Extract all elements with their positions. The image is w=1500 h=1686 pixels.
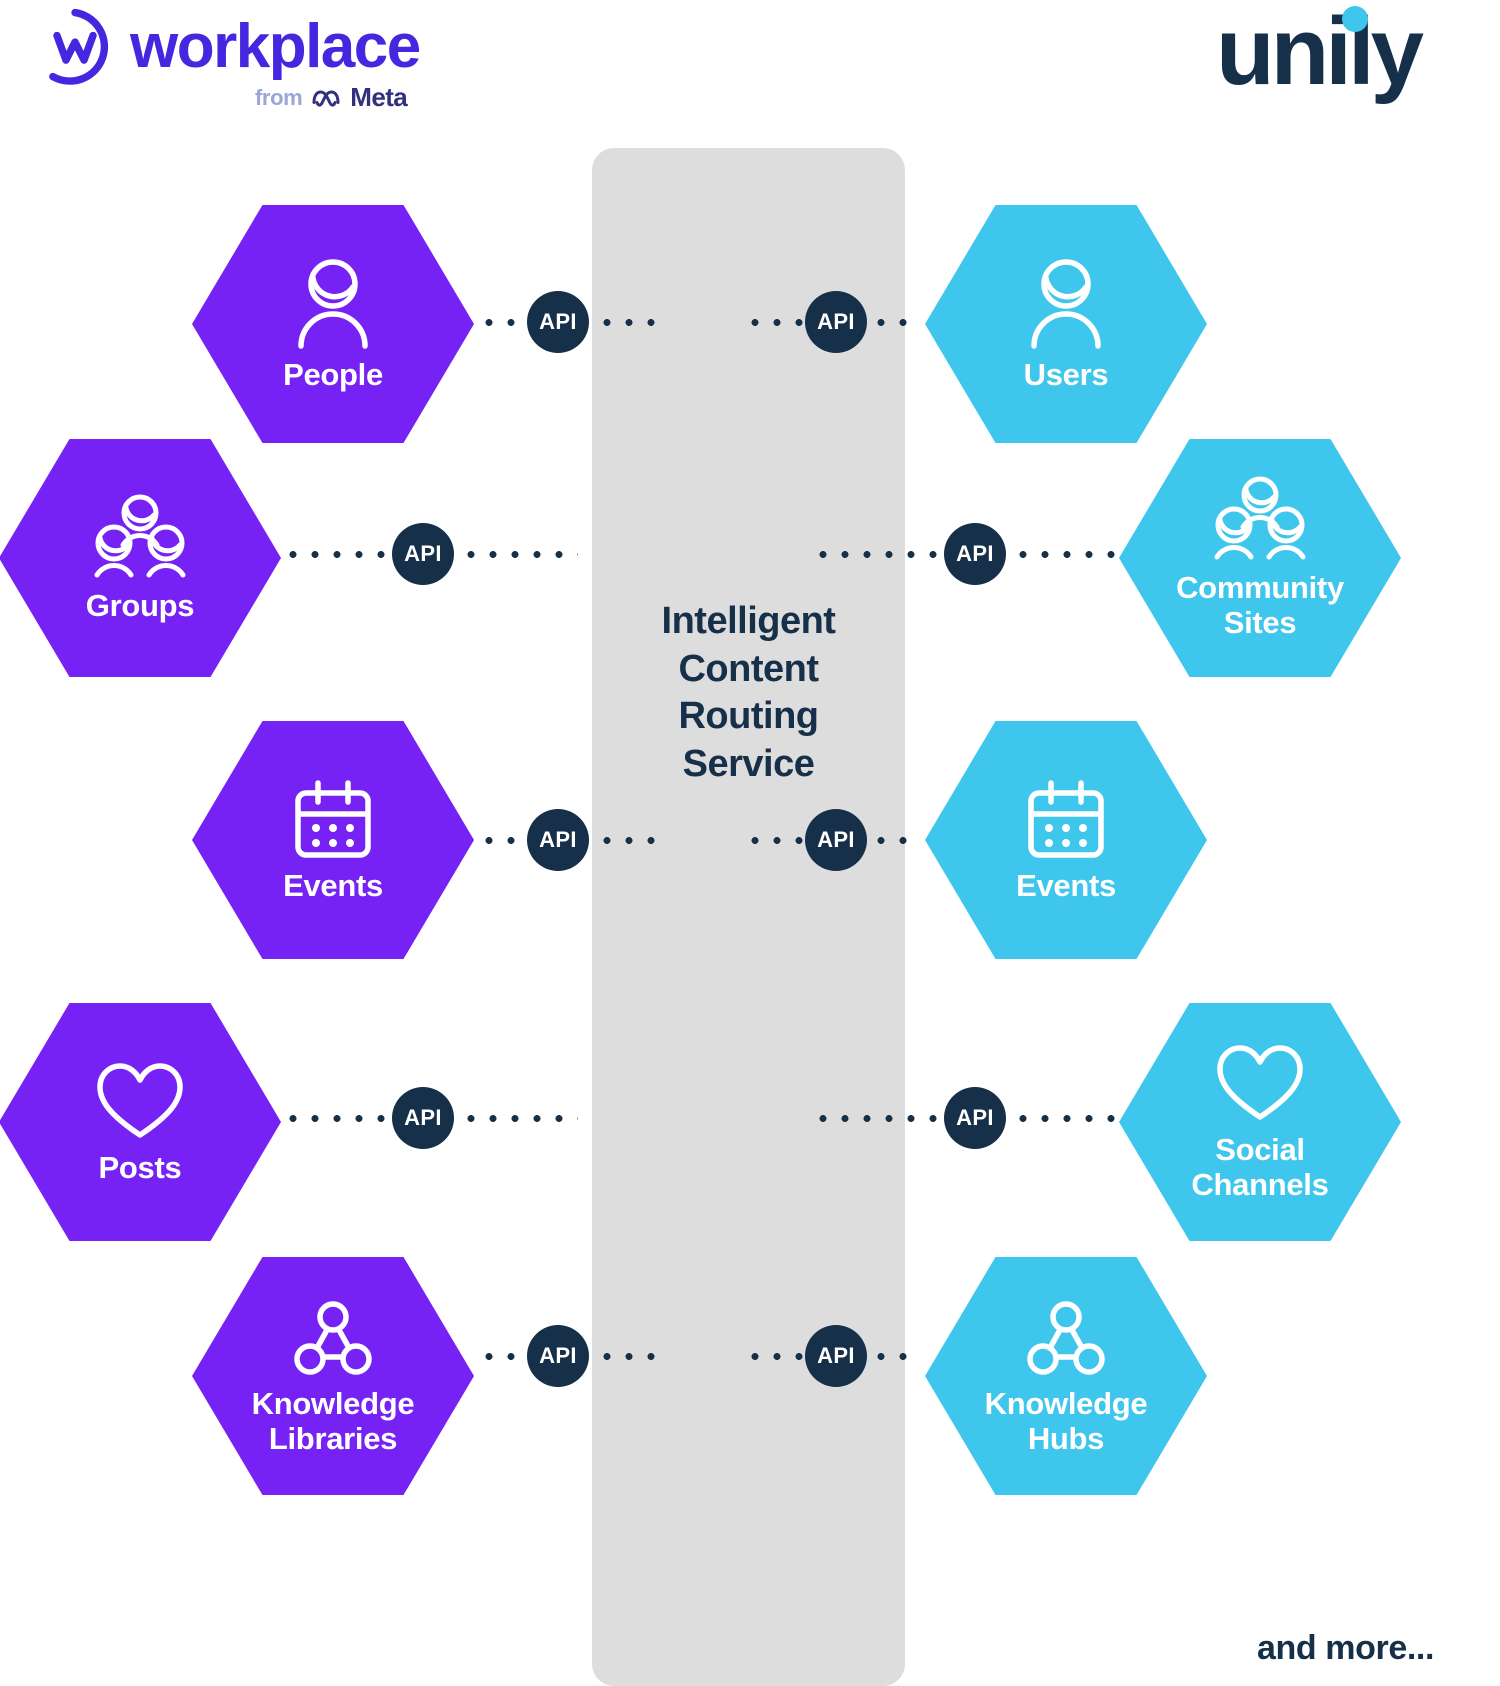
connector-panel-api-hubs [744,1352,806,1361]
person-icon [298,258,368,349]
three-people-icon [94,494,186,578]
calendar-icon [1028,779,1104,858]
connector-api-panel-groups [460,550,578,559]
node-knowledge-hubs-label: Knowledge Hubs [984,1386,1148,1456]
connector-panel-api-users [744,318,806,327]
connector-panel-api-community [812,550,944,559]
unily-text: unily [1215,0,1424,105]
api-chip-events-right[interactable]: API [805,809,867,871]
api-chip-people[interactable]: API [527,291,589,353]
node-posts[interactable]: Posts [0,1002,281,1242]
connector-events-left-api [478,836,526,845]
heart-icon [97,1062,183,1138]
api-chip-events-left[interactable]: API [527,809,589,871]
meta-wordmark: Meta [350,82,408,112]
node-community-sites[interactable]: Community Sites [1119,438,1401,678]
from-label: from [255,84,303,110]
node-users-label: Users [1023,356,1109,392]
node-users[interactable]: Users [925,204,1207,444]
workplace-wordmark: workplace [130,12,421,81]
connector-api-community [1012,550,1122,559]
node-events-left-label: Events [283,867,383,903]
connector-people-api [478,318,526,327]
connector-api-users [870,318,920,327]
node-events-right[interactable]: Events [925,720,1207,960]
network-triangle-icon [294,1301,372,1376]
api-chip-users[interactable]: API [805,291,867,353]
connector-api-panel-events-left [596,836,664,845]
node-events-right-label: Events [1016,867,1116,903]
heart-icon [1217,1045,1303,1121]
connector-api-social [1012,1114,1122,1123]
unily-dot-icon [1341,6,1368,32]
api-chip-posts[interactable]: API [392,1087,454,1149]
node-people[interactable]: People [192,204,474,444]
connector-api-panel-people [596,318,664,327]
api-chip-knowledge-libraries[interactable]: API [527,1325,589,1387]
connector-api-panel-knowledge [596,1352,664,1361]
connector-api-panel-posts [460,1114,578,1123]
unily-wordmark: unily [1216,4,1424,100]
connector-panel-api-events-right [744,836,806,845]
three-people-icon [1214,476,1306,560]
node-people-label: People [283,356,383,392]
node-knowledge-libraries-label: Knowledge Libraries [251,1386,415,1456]
connector-panel-api-social [812,1114,944,1123]
api-chip-knowledge-hubs[interactable]: API [805,1325,867,1387]
workplace-logo: workplace [34,6,421,88]
node-knowledge-hubs[interactable]: Knowledge Hubs [925,1256,1207,1496]
node-posts-label: Posts [98,1149,182,1185]
node-groups[interactable]: Groups [0,438,281,678]
workplace-mark-icon [49,8,109,85]
connector-api-hubs [870,1352,920,1361]
network-triangle-icon [1027,1301,1105,1376]
unily-logo: unily [1216,4,1424,100]
node-events-left[interactable]: Events [192,720,474,960]
connector-posts-api [282,1114,392,1123]
diagram-canvas: workplace from Meta unily Intelligent Co… [0,0,1500,1686]
person-icon [1031,258,1101,349]
connector-knowledge-lib-api [478,1352,526,1361]
meta-infinity-icon [312,89,340,107]
node-knowledge-libraries[interactable]: Knowledge Libraries [192,1256,474,1496]
workplace-from-meta: from Meta [255,82,408,113]
node-social-channels-label: Social Channels [1191,1132,1329,1202]
routing-service-title: Intelligent Content Routing Service [661,600,836,785]
node-community-sites-label: Community Sites [1176,570,1344,640]
connector-groups-api [282,550,392,559]
api-chip-groups[interactable]: API [392,523,454,585]
routing-service-panel [592,148,905,1686]
node-social-channels[interactable]: Social Channels [1119,1002,1401,1242]
connector-api-events-right [870,836,920,845]
calendar-icon [295,779,371,858]
api-chip-social-channels[interactable]: API [944,1087,1006,1149]
api-chip-community-sites[interactable]: API [944,523,1006,585]
node-groups-label: Groups [85,587,195,623]
and-more-label: and more... [1257,1629,1434,1667]
